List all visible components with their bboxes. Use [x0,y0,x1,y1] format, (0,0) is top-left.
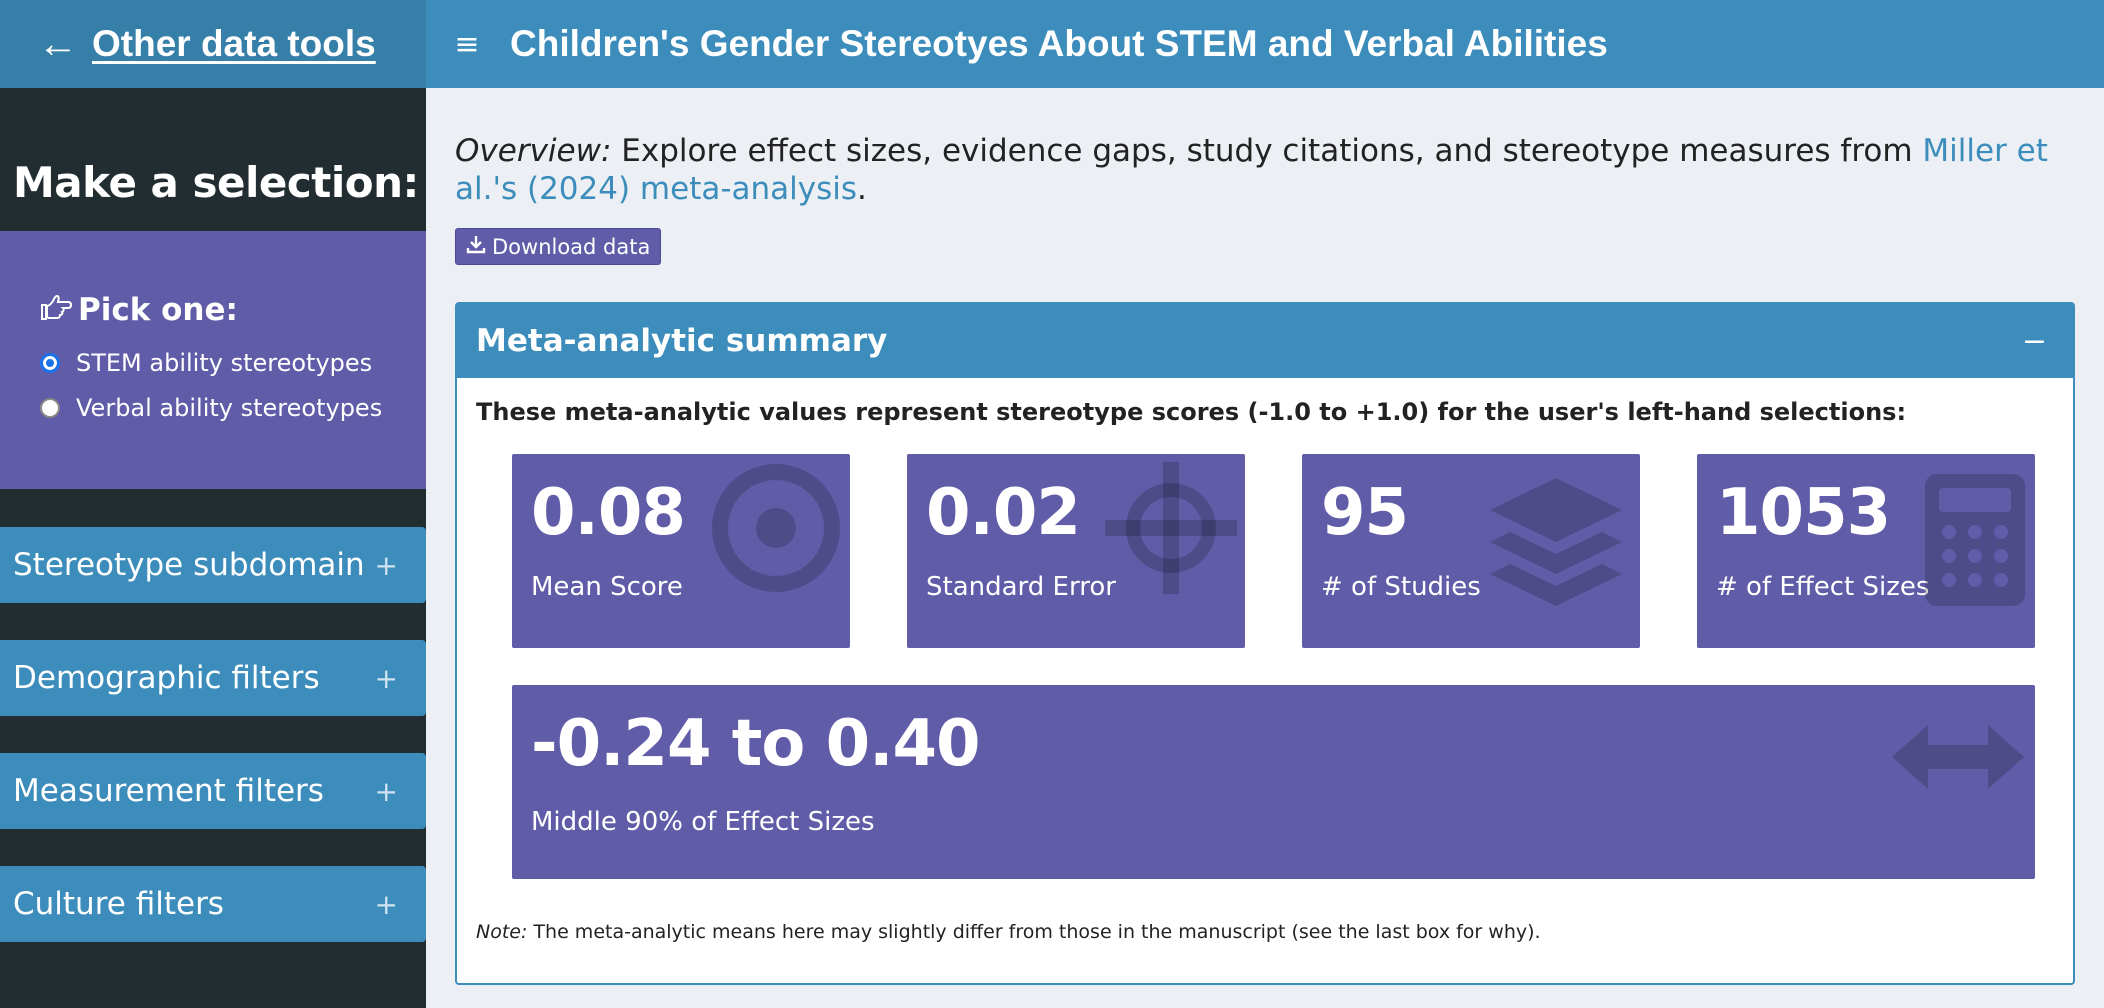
plus-icon[interactable]: + [375,888,398,921]
value-box-standard-error: 0.02 Standard Error [907,454,1245,648]
panel-header: Meta-analytic summary − [457,304,2073,378]
value-box-number-of-effect-sizes: 1053 # of Effect Sizes [1697,454,2035,648]
value-box-label: # of Studies [1321,572,1481,602]
radio-label[interactable]: STEM ability stereotypes [76,349,372,377]
sidebar: Make a selection: Pick one: STEM ability… [0,88,426,1008]
radio-button-checked[interactable] [40,353,60,373]
crosshairs-icon [1105,462,1237,598]
hamburger-icon[interactable]: ≡ [426,0,508,88]
back-arrow-icon: ← [38,21,78,66]
radio-label[interactable]: Verbal ability stereotypes [76,394,382,422]
accordion-label: Culture filters [13,886,224,922]
overview-label: Overview: [455,133,612,169]
value-box-label: Mean Score [531,572,683,602]
value-box-middle-90-percent: -0.24 to 0.40 Middle 90% of Effect Sizes [512,685,2035,879]
pick-one-label: Pick one: [78,292,238,328]
other-data-tools-link[interactable]: Other data tools [92,23,376,65]
download-data-button[interactable]: Download data [455,228,662,265]
plus-icon[interactable]: + [375,775,398,808]
top-navbar: ≡ Children's Gender Stereotyes About STE… [426,0,2104,88]
value-box-value: 95 [1321,476,1409,550]
hand-pointer-icon [40,291,73,329]
accordion-label: Demographic filters [13,660,320,696]
plus-icon[interactable]: + [375,549,398,582]
value-box-label: # of Effect Sizes [1716,572,1930,602]
pick-one-title: Pick one: [40,291,426,329]
note-label: Note: [476,921,528,943]
note-text: The meta-analytic means here may slightl… [527,921,1541,943]
value-box-number-of-studies: 95 # of Studies [1302,454,1640,648]
radio-option-stem[interactable]: STEM ability stereotypes [40,349,426,377]
panel-title: Meta-analytic summary [476,323,888,359]
accordion-stereotype-subdomain[interactable]: Stereotype subdomain + [0,527,426,603]
overview-body: Explore effect sizes, evidence gaps, stu… [611,133,1923,169]
accordion-label: Measurement filters [13,773,324,809]
plus-icon[interactable]: + [375,662,398,695]
value-box-value: -0.24 to 0.40 [531,707,980,781]
bullseye-icon [712,464,840,596]
panel-note: Note: The meta-analytic means here may s… [476,921,1541,943]
value-box-value: 0.08 [531,476,686,550]
value-box-label: Middle 90% of Effect Sizes [531,807,875,837]
sidebar-heading: Make a selection: [13,158,419,207]
layers-icon [1488,474,1624,614]
value-box-value: 0.02 [926,476,1081,550]
value-box-label: Standard Error [926,572,1116,602]
calculator-icon [1925,474,2025,610]
panel-lead-text: These meta-analytic values represent ste… [476,398,1907,426]
accordion-measurement-filters[interactable]: Measurement filters + [0,753,426,829]
page-title: Children's Gender Stereotyes About STEM … [510,23,1608,64]
overview-end: . [857,171,867,207]
accordion-label: Stereotype subdomain [13,547,365,583]
accordion-culture-filters[interactable]: Culture filters + [0,866,426,942]
pick-one-box: Pick one: STEM ability stereotypes Verba… [0,231,426,489]
meta-analytic-summary-panel: Meta-analytic summary − These meta-analy… [455,302,2075,985]
arrows-horizontal-icon [1892,725,2024,793]
header-logo-bar: ← Other data tools [0,0,426,88]
download-label: Download data [492,234,651,259]
value-box-value: 1053 [1716,476,1891,550]
value-box-mean-score: 0.08 Mean Score [512,454,850,648]
radio-button[interactable] [40,398,60,418]
download-icon [466,234,486,259]
accordion-demographic-filters[interactable]: Demographic filters + [0,640,426,716]
overview-text: Overview: Explore effect sizes, evidence… [455,132,2075,208]
radio-option-verbal[interactable]: Verbal ability stereotypes [40,394,426,422]
collapse-icon[interactable]: − [2022,324,2047,359]
